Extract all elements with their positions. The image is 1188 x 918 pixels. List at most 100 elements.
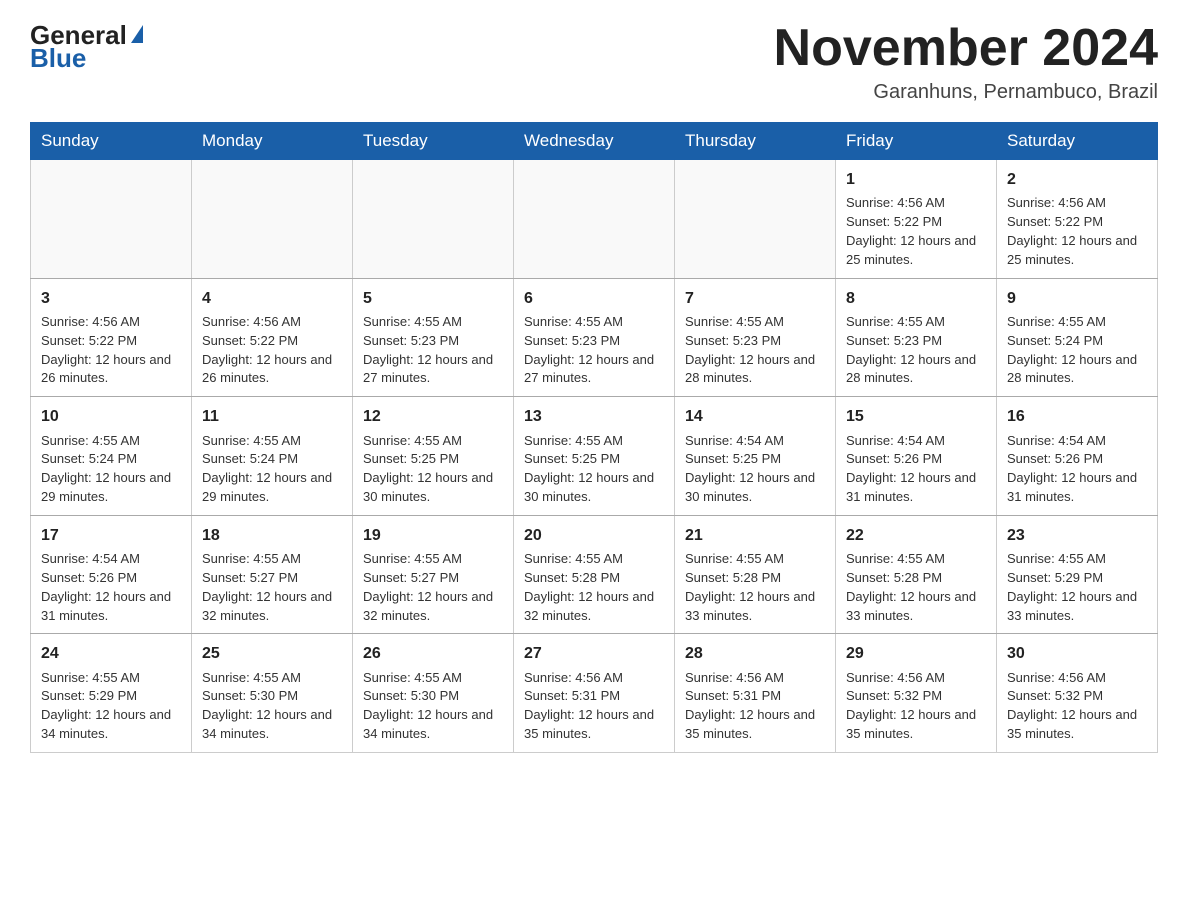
calendar-cell-11: 11Sunrise: 4:55 AMSunset: 5:24 PMDayligh… [192, 397, 353, 516]
day-info: Sunrise: 4:55 AMSunset: 5:27 PMDaylight:… [202, 550, 342, 625]
calendar-cell-15: 15 Sunrise: 4:54 AMSunset: 5:26 PMDayligh… [836, 397, 997, 516]
day-number: 25 [202, 642, 342, 665]
calendar-header-row: SundayMondayTuesdayWednesdayThursdayFrid… [31, 123, 1158, 160]
calendar-cell-2: 2 Sunrise: 4:56 AMSunset: 5:22 PMDaylight… [997, 160, 1158, 279]
page-header: General Blue November 2024 Garanhuns, Pe… [30, 20, 1158, 104]
calendar-cell-24: 24 Sunrise: 4:55 AMSunset: 5:29 PMDayligh… [31, 634, 192, 753]
calendar-header-saturday: Saturday [997, 123, 1158, 160]
day-info: Sunrise: 4:55 AMSunset: 5:29 PMDaylight:… [41, 669, 181, 744]
calendar-cell-16: 16Sunrise: 4:54 AMSunset: 5:26 PMDayligh… [997, 397, 1158, 516]
day-info: Sunrise: 4:54 AMSunset: 5:26 PMDaylight:… [846, 432, 986, 507]
calendar-cell-29: 29 Sunrise: 4:56 AMSunset: 5:32 PMDayligh… [836, 634, 997, 753]
location-subtitle: Garanhuns, Pernambuco, Brazil [774, 81, 1158, 104]
day-info: Sunrise: 4:56 AMSunset: 5:22 PMDaylight:… [1007, 194, 1147, 269]
calendar-header-thursday: Thursday [675, 123, 836, 160]
calendar-cell-30: 30 Sunrise: 4:56 AMSunset: 5:32 PMDayligh… [997, 634, 1158, 753]
calendar-week-row-3: 10 Sunrise: 4:55 AMSunset: 5:24 PMDayligh… [31, 397, 1158, 516]
day-number: 15 [846, 405, 986, 428]
day-number: 10 [41, 405, 181, 428]
day-number: 20 [524, 524, 664, 547]
month-title: November 2024 [774, 20, 1158, 77]
day-info: Sunrise: 4:56 AMSunset: 5:32 PMDaylight:… [846, 669, 986, 744]
day-number: 13 [524, 405, 664, 428]
day-number: 8 [846, 287, 986, 310]
calendar-cell-28: 28 Sunrise: 4:56 AMSunset: 5:31 PMDayligh… [675, 634, 836, 753]
day-number: 6 [524, 287, 664, 310]
day-info: Sunrise: 4:54 AMSunset: 5:26 PMDaylight:… [1007, 432, 1147, 507]
calendar-cell-10: 10 Sunrise: 4:55 AMSunset: 5:24 PMDayligh… [31, 397, 192, 516]
calendar-cell-14: 14 Sunrise: 4:54 AMSunset: 5:25 PMDayligh… [675, 397, 836, 516]
logo-triangle-icon [131, 25, 143, 43]
title-area: November 2024 Garanhuns, Pernambuco, Bra… [774, 20, 1158, 104]
calendar-header-sunday: Sunday [31, 123, 192, 160]
calendar-cell-25: 25 Sunrise: 4:55 AMSunset: 5:30 PMDayligh… [192, 634, 353, 753]
day-number: 14 [685, 405, 825, 428]
day-info: Sunrise: 4:54 AMSunset: 5:25 PMDaylight:… [685, 432, 825, 507]
calendar-cell-empty-0-3 [514, 160, 675, 279]
calendar-cell-21: 21 Sunrise: 4:55 AMSunset: 5:28 PMDayligh… [675, 515, 836, 634]
calendar-cell-1: 1Sunrise: 4:56 AMSunset: 5:22 PMDaylight… [836, 160, 997, 279]
day-info: Sunrise: 4:55 AMSunset: 5:28 PMDaylight:… [846, 550, 986, 625]
day-number: 7 [685, 287, 825, 310]
day-info: Sunrise: 4:55 AMSunset: 5:30 PMDaylight:… [202, 669, 342, 744]
calendar-cell-empty-0-1 [192, 160, 353, 279]
calendar-cell-23: 23Sunrise: 4:55 AMSunset: 5:29 PMDayligh… [997, 515, 1158, 634]
day-info: Sunrise: 4:56 AMSunset: 5:31 PMDaylight:… [685, 669, 825, 744]
calendar-header-wednesday: Wednesday [514, 123, 675, 160]
day-number: 1 [846, 168, 986, 191]
calendar-week-row-2: 3 Sunrise: 4:56 AMSunset: 5:22 PMDaylight… [31, 278, 1158, 397]
day-info: Sunrise: 4:56 AMSunset: 5:31 PMDaylight:… [524, 669, 664, 744]
day-info: Sunrise: 4:55 AMSunset: 5:28 PMDaylight:… [524, 550, 664, 625]
day-number: 26 [363, 642, 503, 665]
calendar-header-monday: Monday [192, 123, 353, 160]
calendar-cell-27: 27 Sunrise: 4:56 AMSunset: 5:31 PMDayligh… [514, 634, 675, 753]
day-info: Sunrise: 4:55 AMSunset: 5:23 PMDaylight:… [685, 313, 825, 388]
logo: General Blue [30, 20, 143, 74]
day-number: 24 [41, 642, 181, 665]
day-info: Sunrise: 4:56 AMSunset: 5:22 PMDaylight:… [41, 313, 181, 388]
day-info: Sunrise: 4:54 AMSunset: 5:26 PMDaylight:… [41, 550, 181, 625]
day-number: 29 [846, 642, 986, 665]
calendar-table: SundayMondayTuesdayWednesdayThursdayFrid… [30, 122, 1158, 753]
calendar-cell-6: 6 Sunrise: 4:55 AMSunset: 5:23 PMDaylight… [514, 278, 675, 397]
day-number: 17 [41, 524, 181, 547]
calendar-cell-3: 3 Sunrise: 4:56 AMSunset: 5:22 PMDaylight… [31, 278, 192, 397]
day-info: Sunrise: 4:55 AMSunset: 5:24 PMDaylight:… [1007, 313, 1147, 388]
calendar-cell-12: 12 Sunrise: 4:55 AMSunset: 5:25 PMDayligh… [353, 397, 514, 516]
calendar-cell-4: 4 Sunrise: 4:56 AMSunset: 5:22 PMDaylight… [192, 278, 353, 397]
day-info: Sunrise: 4:55 AMSunset: 5:25 PMDaylight:… [363, 432, 503, 507]
day-number: 12 [363, 405, 503, 428]
calendar-cell-5: 5Sunrise: 4:55 AMSunset: 5:23 PMDaylight… [353, 278, 514, 397]
day-number: 3 [41, 287, 181, 310]
day-number: 9 [1007, 287, 1147, 310]
day-info: Sunrise: 4:55 AMSunset: 5:24 PMDaylight:… [41, 432, 181, 507]
day-number: 5 [363, 287, 503, 310]
day-number: 21 [685, 524, 825, 547]
calendar-week-row-4: 17 Sunrise: 4:54 AMSunset: 5:26 PMDayligh… [31, 515, 1158, 634]
calendar-cell-19: 19Sunrise: 4:55 AMSunset: 5:27 PMDayligh… [353, 515, 514, 634]
day-info: Sunrise: 4:56 AMSunset: 5:22 PMDaylight:… [202, 313, 342, 388]
day-number: 18 [202, 524, 342, 547]
day-info: Sunrise: 4:55 AMSunset: 5:28 PMDaylight:… [685, 550, 825, 625]
calendar-week-row-1: 1 Sunrise: 4:56 AMSunset: 5:22 PMDaylight… [31, 160, 1158, 279]
day-number: 4 [202, 287, 342, 310]
calendar-cell-empty-0-4 [675, 160, 836, 279]
day-number: 11 [202, 405, 342, 428]
calendar-cell-17: 17 Sunrise: 4:54 AMSunset: 5:26 PMDayligh… [31, 515, 192, 634]
day-number: 28 [685, 642, 825, 665]
day-number: 2 [1007, 168, 1147, 191]
calendar-cell-13: 13 Sunrise: 4:55 AMSunset: 5:25 PMDayligh… [514, 397, 675, 516]
day-number: 22 [846, 524, 986, 547]
calendar-cell-26: 26 Sunrise: 4:55 AMSunset: 5:30 PMDayligh… [353, 634, 514, 753]
day-number: 30 [1007, 642, 1147, 665]
day-number: 27 [524, 642, 664, 665]
day-info: Sunrise: 4:55 AMSunset: 5:25 PMDaylight:… [524, 432, 664, 507]
calendar-cell-empty-0-2 [353, 160, 514, 279]
day-info: Sunrise: 4:56 AMSunset: 5:32 PMDaylight:… [1007, 669, 1147, 744]
day-info: Sunrise: 4:55 AMSunset: 5:23 PMDaylight:… [524, 313, 664, 388]
calendar-cell-empty-0-0 [31, 160, 192, 279]
calendar-cell-22: 22 Sunrise: 4:55 AMSunset: 5:28 PMDayligh… [836, 515, 997, 634]
logo-blue-text: Blue [30, 43, 86, 74]
day-info: Sunrise: 4:55 AMSunset: 5:30 PMDaylight:… [363, 669, 503, 744]
day-info: Sunrise: 4:55 AMSunset: 5:27 PMDaylight:… [363, 550, 503, 625]
